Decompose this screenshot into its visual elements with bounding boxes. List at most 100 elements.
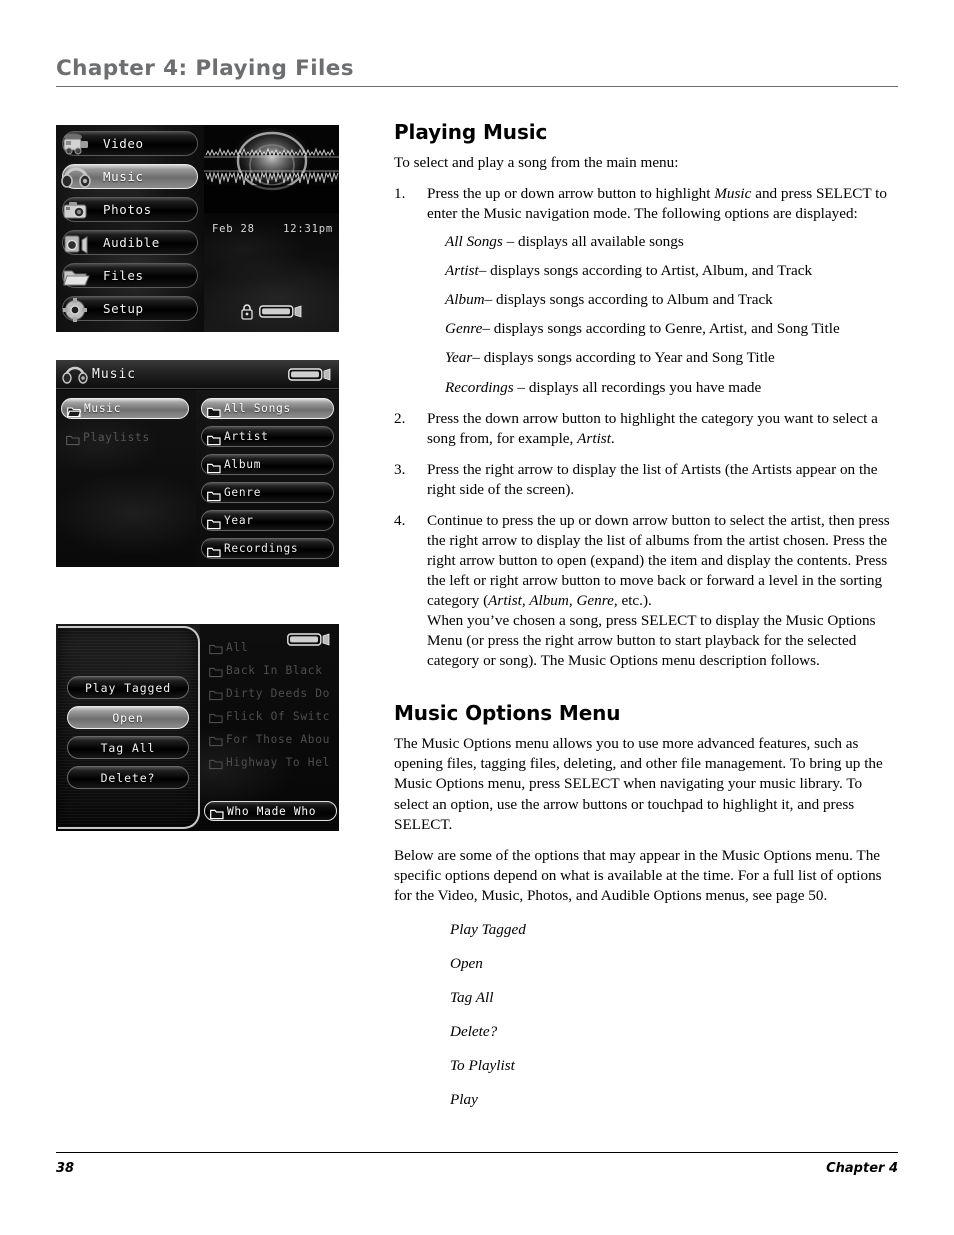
step-2: 2. Press the down arrow button to highli… xyxy=(394,409,898,449)
step-number: 1. xyxy=(394,185,406,203)
visualizer-image xyxy=(204,125,339,213)
folder-icon xyxy=(207,543,221,562)
nav-category-album[interactable]: Album xyxy=(201,454,334,475)
step-number: 4. xyxy=(394,511,406,529)
nav-item-music[interactable]: Music xyxy=(61,398,189,419)
sublist-term: Genre xyxy=(445,320,483,338)
nav-category-recordings[interactable]: Recordings xyxy=(201,538,334,559)
menu-item-photos[interactable]: Photos xyxy=(62,197,198,222)
menu-item-audible[interactable]: Audible xyxy=(62,230,198,255)
sublist-desc: – displays songs according to Artist, Al… xyxy=(478,262,813,280)
option-button-play-tagged[interactable]: Play Tagged xyxy=(67,676,189,699)
folder-icon xyxy=(209,640,223,659)
album-item-flick-of-switch[interactable]: Flick Of Switc xyxy=(204,706,337,726)
nav-category-year[interactable]: Year xyxy=(201,510,334,531)
step-number: 3. xyxy=(394,460,406,478)
nav-item-playlists[interactable]: Playlists xyxy=(61,427,189,448)
menu-item-label: Setup xyxy=(103,301,144,316)
folder-icon xyxy=(209,732,223,751)
option-button-label: Delete? xyxy=(100,770,156,785)
step-1: 1. Press the up or down arrow button to … xyxy=(394,184,898,398)
screenshot-music-options-menu: All Back In Black Dirty Deeds Do Flick O… xyxy=(56,624,339,831)
folder-icon xyxy=(209,686,223,705)
album-item-dirty-deeds[interactable]: Dirty Deeds Do xyxy=(204,683,337,703)
step-text-italic: Artist xyxy=(577,429,611,447)
album-item-label: Who Made Who xyxy=(227,804,317,818)
sublist-desc: – displays songs according to Year and S… xyxy=(472,349,775,367)
sublist-term: Recordings xyxy=(445,378,514,396)
options-paragraph-1: The Music Options menu allows you to use… xyxy=(394,735,883,833)
nav-category-label: Artist xyxy=(224,430,269,443)
folder-icon xyxy=(207,459,221,478)
folder-icon xyxy=(207,487,221,506)
options-overlay-panel: Play Tagged Open Tag All Delete? xyxy=(58,626,200,829)
intro-paragraph: To select and play a song from the main … xyxy=(394,154,679,171)
sublist-item-artist: Artist– displays songs according to Arti… xyxy=(445,261,898,281)
nav-category-label: Year xyxy=(224,514,254,527)
nav-category-label: All Songs xyxy=(224,402,291,415)
step-text: Press the right arrow to display the lis… xyxy=(427,460,878,498)
step-4: 4. Continue to press the up or down arro… xyxy=(394,511,898,672)
folder-icon xyxy=(207,403,221,422)
menu-item-setup[interactable]: Setup xyxy=(59,294,198,324)
option-button-open[interactable]: Open xyxy=(67,706,189,729)
step-3: 3. Press the right arrow to display the … xyxy=(394,460,898,500)
menu-option-play: Play xyxy=(450,1091,478,1109)
page-number: 38 xyxy=(56,1161,75,1176)
option-button-delete[interactable]: Delete? xyxy=(67,766,189,789)
step-text: Continue to press the up or down arrow b… xyxy=(427,512,890,609)
nav-item-label: Playlists xyxy=(83,431,150,444)
screenshot-main-menu: Video Music Photos Audible Files Setup F… xyxy=(56,125,339,332)
sublist-item-recordings: Recordings – displays all recordings you… xyxy=(445,378,898,398)
lock-icon xyxy=(240,303,254,324)
menu-item-video[interactable]: Video xyxy=(62,131,198,156)
menu-item-label: Photos xyxy=(103,202,152,217)
nav-category-label: Genre xyxy=(224,486,262,499)
section-title-playing-music: Playing Music xyxy=(394,120,548,144)
album-item-label: Back In Black xyxy=(226,663,323,677)
menu-options-list: Play Tagged Open Tag All Delete? To Play… xyxy=(394,920,898,1110)
sublist-item-album: Album– displays songs according to Album… xyxy=(445,290,898,310)
menu-option-play-tagged: Play Tagged xyxy=(450,920,526,938)
step-text: Press the up or down arrow button to hig… xyxy=(427,185,887,222)
menu-item-music[interactable]: Music xyxy=(59,162,198,192)
steps-list: 1. Press the up or down arrow button to … xyxy=(394,184,898,671)
headphones-icon xyxy=(59,162,99,192)
sublist-desc: – displays all available songs xyxy=(502,233,684,251)
nav-category-all-songs[interactable]: All Songs xyxy=(201,398,334,419)
folder-icon xyxy=(66,431,80,450)
step-text-after: . xyxy=(610,429,615,447)
speaker-icon xyxy=(59,228,99,258)
folder-icon xyxy=(209,755,223,774)
sublist-term: All Songs xyxy=(445,233,503,251)
nav-category-genre[interactable]: Genre xyxy=(201,482,334,503)
album-item-for-those-about[interactable]: For Those Abou xyxy=(204,729,337,749)
status-bar: Feb 28 12:31pm xyxy=(204,213,339,332)
options-paragraph-2: Below are some of the options that may a… xyxy=(394,846,882,904)
step-text: Press the down arrow button to highlight… xyxy=(427,410,878,447)
option-button-tag-all[interactable]: Tag All xyxy=(67,736,189,759)
album-item-highway-to-hell[interactable]: Highway To Hel xyxy=(204,752,337,772)
open-folder-icon xyxy=(66,403,82,422)
status-time: 12:31pm xyxy=(283,223,333,235)
sublist-desc: – displays all recordings you have made xyxy=(513,378,762,396)
step-number: 2. xyxy=(394,409,406,427)
menu-item-files[interactable]: Files xyxy=(62,263,198,288)
folder-icon xyxy=(209,663,223,682)
footer-chapter-label: Chapter 4 xyxy=(826,1161,898,1176)
manual-page: Chapter 4: Playing Files Video Music Pho… xyxy=(0,0,954,1235)
nav-category-artist[interactable]: Artist xyxy=(201,426,334,447)
folder-icon xyxy=(207,431,221,450)
album-item-back-in-black[interactable]: Back In Black xyxy=(204,660,337,680)
album-item-who-made-who[interactable]: Who Made Who xyxy=(204,801,337,821)
sublist-desc: – displays songs according to Album and … xyxy=(484,291,773,309)
camera-icon xyxy=(59,195,99,225)
sublist-term: Artist xyxy=(445,262,479,280)
page-footer: 38 Chapter 4 xyxy=(56,1152,898,1176)
sublist-term: Year xyxy=(445,349,473,367)
album-item-label: Dirty Deeds Do xyxy=(226,686,331,700)
album-item-all[interactable]: All xyxy=(204,637,337,657)
folder-icon xyxy=(59,261,99,291)
album-item-label: For Those Abou xyxy=(226,732,331,746)
gear-icon xyxy=(59,294,99,324)
